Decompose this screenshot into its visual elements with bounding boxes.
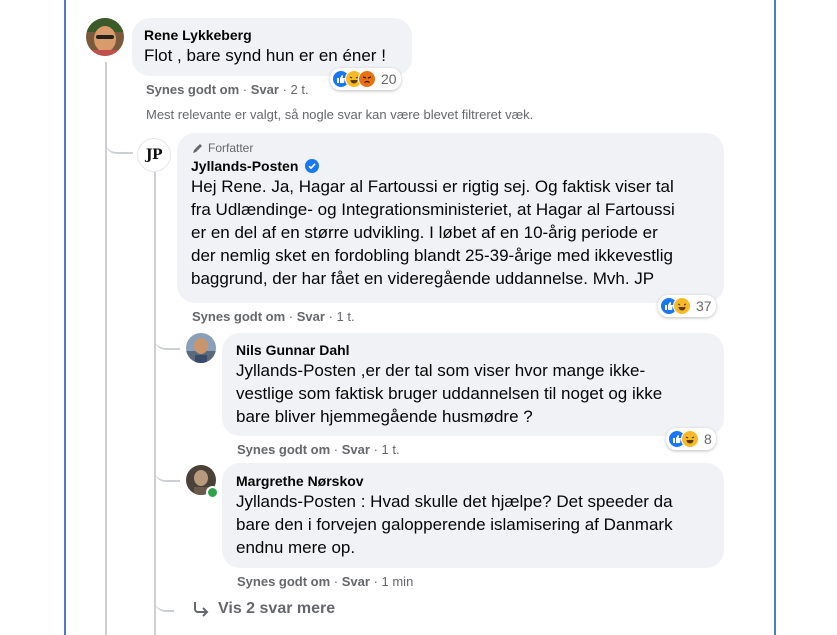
thread-line-jp xyxy=(154,172,156,635)
comment-actions-jp: Synes godt om · Svar · 1 t. xyxy=(192,309,355,324)
comment-text-line: fra Udlændinge- og Integrationsministeri… xyxy=(191,200,675,219)
comment-text-line: Jyllands-Posten ,er der tal som viser hv… xyxy=(236,359,710,382)
like-button[interactable]: Synes godt om xyxy=(237,574,330,589)
online-status-indicator xyxy=(206,486,219,499)
haha-reaction-icon xyxy=(673,297,691,315)
comment-text-line: vestlige som faktisk bruger uddannelsen … xyxy=(236,384,663,403)
comment-author[interactable]: Nils Gunnar Dahl xyxy=(236,341,710,359)
verified-icon xyxy=(305,159,320,173)
thread-connector-jp xyxy=(105,128,133,154)
reply-button[interactable]: Svar xyxy=(297,309,325,324)
comment-actions-margrethe: Synes godt om · Svar · 1 min xyxy=(237,574,414,589)
reaction-summary-rene[interactable]: 20 xyxy=(330,68,401,90)
filter-notice: Mest relevante er valgt, så nogle svar k… xyxy=(146,107,534,122)
author-row: Jyllands-Posten xyxy=(191,157,710,175)
like-button[interactable]: Synes godt om xyxy=(146,82,239,97)
view-more-replies-button[interactable]: Vis 2 svar mere xyxy=(192,600,335,618)
comment-text-line: endnu mere op. xyxy=(236,538,356,557)
comment-text-line: bare den i forvejen galopperende islamis… xyxy=(236,515,673,534)
author-badge: Forfatter xyxy=(191,141,710,155)
comment-bubble-jyllands-posten: Forfatter Jyllands-Posten Hej Rene. Ja, … xyxy=(177,133,724,303)
avatar-jyllands-posten[interactable]: JP xyxy=(137,138,171,172)
avatar-nils[interactable] xyxy=(186,333,216,363)
comment-author[interactable]: Jyllands-Posten xyxy=(191,158,298,174)
comment-timestamp[interactable]: 2 t. xyxy=(291,82,309,97)
comment-text-line: Jyllands-Posten : Hvad skulle det hjælpe… xyxy=(236,490,710,513)
comment-actions-nils: Synes godt om · Svar · 1 t. xyxy=(237,442,400,457)
reply-button[interactable]: Svar xyxy=(251,82,279,97)
jp-logo-text: JP xyxy=(145,147,163,163)
comment-timestamp[interactable]: 1 t. xyxy=(382,442,400,457)
comment-text-segment: ,er der tal som viser hvor mange ikke- xyxy=(356,361,646,380)
comment-actions-rene: Synes godt om · Svar · 2 t. xyxy=(146,82,309,97)
comment-timestamp[interactable]: 1 min xyxy=(382,574,414,589)
comment-timestamp[interactable]: 1 t. xyxy=(337,309,355,324)
reply-button[interactable]: Svar xyxy=(342,574,370,589)
reaction-count: 8 xyxy=(704,431,712,447)
mention-link[interactable]: Jyllands-Posten xyxy=(236,361,356,380)
comment-bubble-nils: Nils Gunnar Dahl Jyllands-Posten ,er der… xyxy=(222,333,724,436)
thread-connector-margrethe xyxy=(154,462,180,482)
reaction-count: 20 xyxy=(381,71,397,87)
mention-link[interactable]: Jyllands-Posten xyxy=(236,492,356,511)
haha-reaction-icon xyxy=(681,430,699,448)
comment-text-line: er en del af en større udvikling. I løbe… xyxy=(191,223,658,242)
comment-text: Flot , bare synd hun er en éner ! xyxy=(144,46,386,65)
comment-text-line: bare bliver hjemmegående husmødre ? xyxy=(236,407,533,426)
reaction-summary-jp[interactable]: 37 xyxy=(658,295,716,317)
like-button[interactable]: Synes godt om xyxy=(192,309,285,324)
comment-text-line: der nemlig sket en fordobling blandt 25-… xyxy=(191,246,673,265)
view-more-replies-label: Vis 2 svar mere xyxy=(218,600,336,617)
comment-text-line: Hej Rene. Ja, Hagar al Fartoussi er rigt… xyxy=(191,177,674,196)
reaction-count: 37 xyxy=(696,298,712,314)
window-border-right xyxy=(774,0,776,635)
avatar-rene[interactable] xyxy=(86,18,124,56)
reaction-summary-nils[interactable]: 8 xyxy=(666,428,716,450)
author-badge-label: Forfatter xyxy=(208,141,254,155)
comment-author[interactable]: Rene Lykkeberg xyxy=(144,26,400,44)
reply-arrow-icon xyxy=(194,602,209,617)
comment-bubble-margrethe: Margrethe Nørskov Jyllands-Posten : Hvad… xyxy=(222,463,724,568)
comment-text-segment: : Hvad skulle det hjælpe? Det speeder da xyxy=(356,492,673,511)
thread-connector-nils xyxy=(154,330,180,350)
pencil-icon xyxy=(193,143,202,153)
comment-author[interactable]: Margrethe Nørskov xyxy=(236,472,710,490)
angry-reaction-icon xyxy=(358,70,376,88)
comment-text-line: baggrund, der har fået en videregående u… xyxy=(191,269,655,288)
reply-button[interactable]: Svar xyxy=(342,442,370,457)
like-button[interactable]: Synes godt om xyxy=(237,442,330,457)
